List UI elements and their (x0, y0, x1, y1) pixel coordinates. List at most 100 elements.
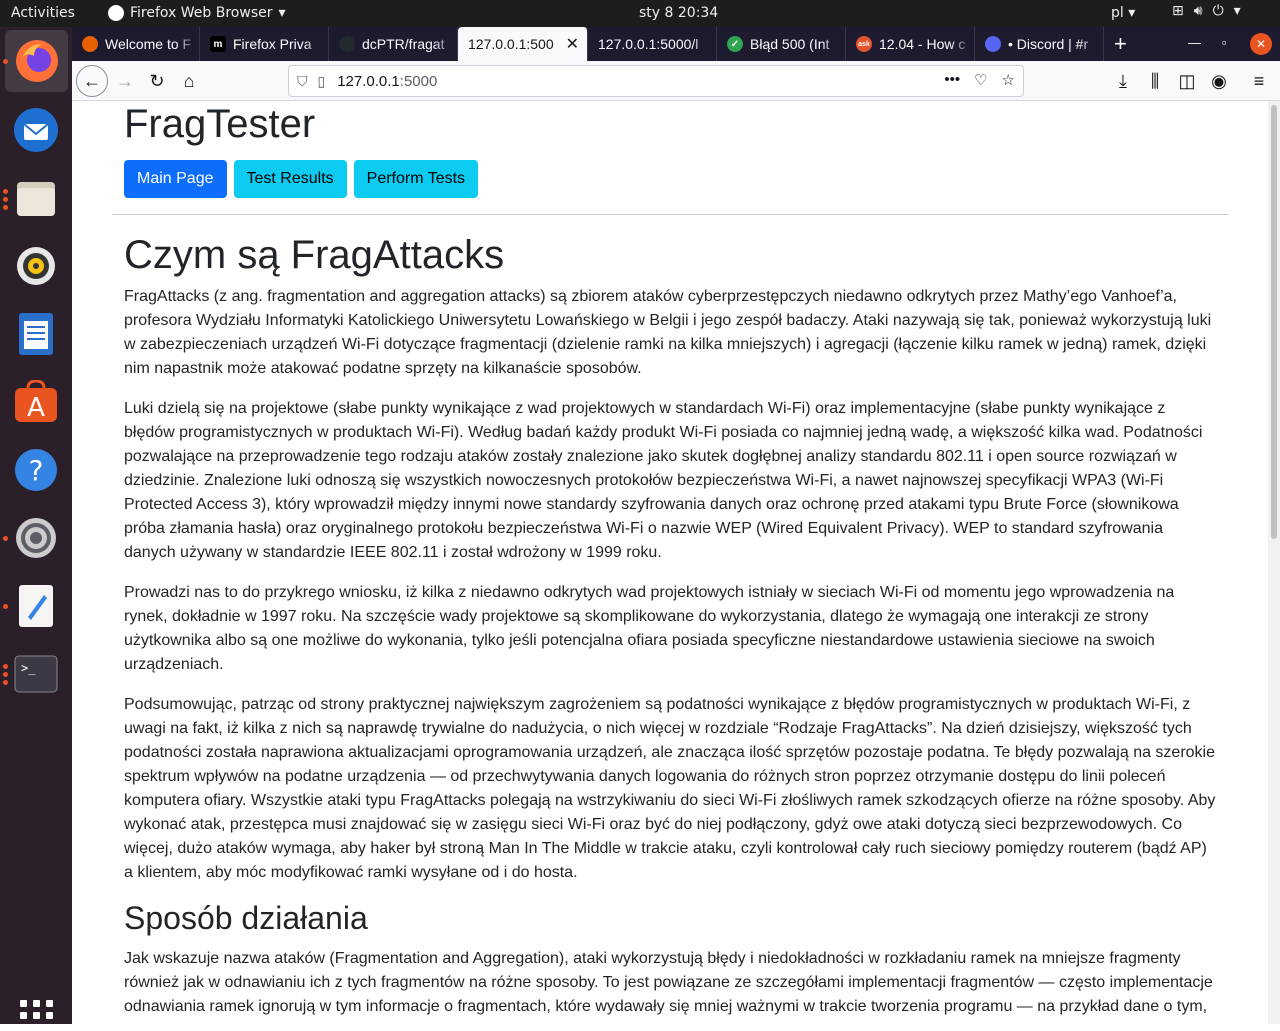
url-text[interactable]: 127.0.0.1:5000 (337, 73, 437, 90)
thunderbird-icon (14, 108, 58, 152)
firefox-icon (108, 5, 124, 21)
site-title: FragTester (124, 102, 316, 146)
perform-tests-button[interactable]: Perform Tests (353, 160, 479, 198)
close-window-button[interactable]: ✕ (1250, 33, 1272, 55)
minimize-button[interactable]: — (1188, 35, 1201, 50)
app-menu-label: Firefox Web Browser (130, 5, 273, 21)
askubuntu-icon: ask (856, 36, 872, 52)
page-info-icon[interactable]: ▯ (318, 73, 326, 90)
tab-label: Firefox Priva (233, 36, 312, 52)
check-icon: ✓ (727, 36, 743, 52)
home-button[interactable]: ⌂ (174, 66, 204, 96)
main-page-button[interactable]: Main Page (124, 160, 227, 198)
library-button[interactable]: ⫼ (1140, 66, 1170, 96)
volume-icon: 🔊︎ (1193, 3, 1203, 19)
section-heading: Sposób działania (124, 900, 368, 936)
tab[interactable]: 127.0.0.1:5000/l (588, 27, 717, 61)
maximize-button[interactable]: ▫ (1222, 35, 1227, 50)
close-tab-icon[interactable]: ✕ (566, 34, 579, 54)
running-indicator (3, 536, 8, 541)
account-button[interactable]: ◉ (1204, 66, 1234, 96)
reload-button[interactable]: ↻ (142, 66, 172, 96)
svg-text:A: A (27, 393, 45, 423)
chevron-down-icon: ▾ (278, 5, 286, 21)
running-indicator (3, 672, 8, 677)
dock-libreoffice-writer[interactable] (11, 309, 61, 359)
url-bar[interactable]: ⛉ ▯ 127.0.0.1:5000 ••• ♡ ☆ (288, 65, 1024, 97)
show-applications-button[interactable] (20, 1000, 54, 1031)
page-content: FragTester Main Page Test Results Perfor… (72, 101, 1268, 1024)
article: Czym są FragAttacks FragAttacks (z ang. … (124, 231, 1218, 1024)
back-button[interactable]: ← (76, 65, 108, 97)
new-tab-button[interactable]: + (1114, 31, 1127, 57)
app-menu[interactable]: Firefox Web Browser ▾ (108, 5, 286, 21)
firefox-icon (82, 36, 98, 52)
paragraph: Prowadzi nas to do przykrego wniosku, iż… (124, 584, 1175, 673)
test-results-button[interactable]: Test Results (233, 160, 347, 198)
home-icon: ⌂ (183, 70, 195, 91)
bookmark-star-icon[interactable]: ☆ (1002, 71, 1015, 89)
tab-active[interactable]: 127.0.0.1:500 ✕ (458, 27, 588, 61)
dock-text-editor[interactable] (11, 581, 61, 631)
account-icon: ◉ (1211, 70, 1227, 91)
scrollbar-thumb[interactable] (1271, 105, 1277, 539)
clock[interactable]: sty 8 20:34 (639, 5, 718, 21)
software-center-icon: A (15, 380, 57, 423)
article-heading: Czym są FragAttacks (124, 233, 505, 277)
sidebar-icon: ◫ (1178, 70, 1196, 91)
dock: A ? >_ (0, 27, 72, 1031)
running-indicator (3, 604, 8, 609)
dock-thunderbird[interactable] (11, 105, 61, 155)
tab-label: 127.0.0.1:5000/l (598, 36, 699, 52)
download-icon: ⤓ (1119, 70, 1127, 91)
dock-firefox[interactable] (5, 30, 68, 92)
url-host: 127.0.0.1 (337, 72, 400, 90)
text-editor-icon (19, 585, 53, 627)
tracking-protection-icon[interactable]: ⛉ (297, 73, 308, 90)
gnome-top-bar: Activities Firefox Web Browser ▾ sty 8 2… (0, 0, 1280, 27)
pocket-icon[interactable]: ♡ (974, 71, 987, 89)
arrow-right-icon: → (116, 70, 134, 91)
network-icon: ⊞ (1172, 3, 1184, 19)
menu-button[interactable]: ≡ (1244, 66, 1274, 96)
tab[interactable]: ask 12.04 - How c (846, 27, 975, 61)
dock-files[interactable] (11, 173, 61, 223)
svg-text:>_: >_ (21, 661, 36, 675)
tab[interactable]: dcPTR/fragat (329, 27, 458, 61)
site-nav: Main Page Test Results Perform Tests (124, 160, 479, 198)
tab[interactable]: • Discord | #r (975, 27, 1104, 61)
paragraph: Podsumowując, patrząc od strony praktycz… (124, 696, 1216, 881)
dock-rhythmbox[interactable] (11, 241, 61, 291)
dock-terminal[interactable]: >_ (11, 649, 61, 699)
hamburger-menu-icon: ≡ (1253, 70, 1265, 91)
running-indicator (3, 189, 8, 194)
svg-text:?: ? (29, 454, 44, 487)
downloads-button[interactable]: ⤓ (1108, 66, 1138, 96)
forward-button[interactable]: → (110, 66, 140, 96)
language-indicator[interactable]: pl ▾ (1111, 5, 1135, 21)
power-icon: ⏻ (1212, 3, 1224, 19)
navigation-toolbar: ← → ↻ ⌂ ⛉ ▯ 127.0.0.1:5000 ••• ♡ ☆ ⤓ ⫼ ◫… (72, 61, 1280, 101)
page-actions-icon[interactable]: ••• (944, 71, 960, 89)
tab[interactable]: Welcome to F (72, 27, 200, 61)
activities-button[interactable]: Activities (11, 5, 75, 21)
terminal-icon: >_ (14, 655, 58, 693)
reload-icon: ↻ (149, 70, 165, 91)
mozilla-icon: m (210, 36, 226, 52)
system-tray[interactable]: ⊞ 🔊︎ ⏻ ▾ (1172, 3, 1241, 19)
tab[interactable]: m Firefox Priva (200, 27, 329, 61)
sidebar-button[interactable]: ◫ (1172, 66, 1202, 96)
github-icon (339, 36, 355, 52)
paragraph: Jak wskazuje nazwa ataków (Fragmentation… (124, 950, 1213, 1015)
dock-help[interactable]: ? (11, 445, 61, 495)
language-label: pl (1111, 5, 1124, 21)
tab-bar: Welcome to F m Firefox Priva dcPTR/fraga… (72, 27, 1280, 61)
settings-icon (16, 518, 56, 558)
tab-label: Błąd 500 (Int (750, 36, 830, 52)
paragraph: Luki dzielą się na projektowe (słabe pun… (124, 400, 1203, 561)
scrollbar[interactable] (1268, 101, 1280, 1024)
dock-settings[interactable] (11, 513, 61, 563)
tab[interactable]: ✓ Błąd 500 (Int (717, 27, 846, 61)
files-icon (17, 182, 55, 216)
dock-software[interactable]: A (11, 377, 61, 427)
